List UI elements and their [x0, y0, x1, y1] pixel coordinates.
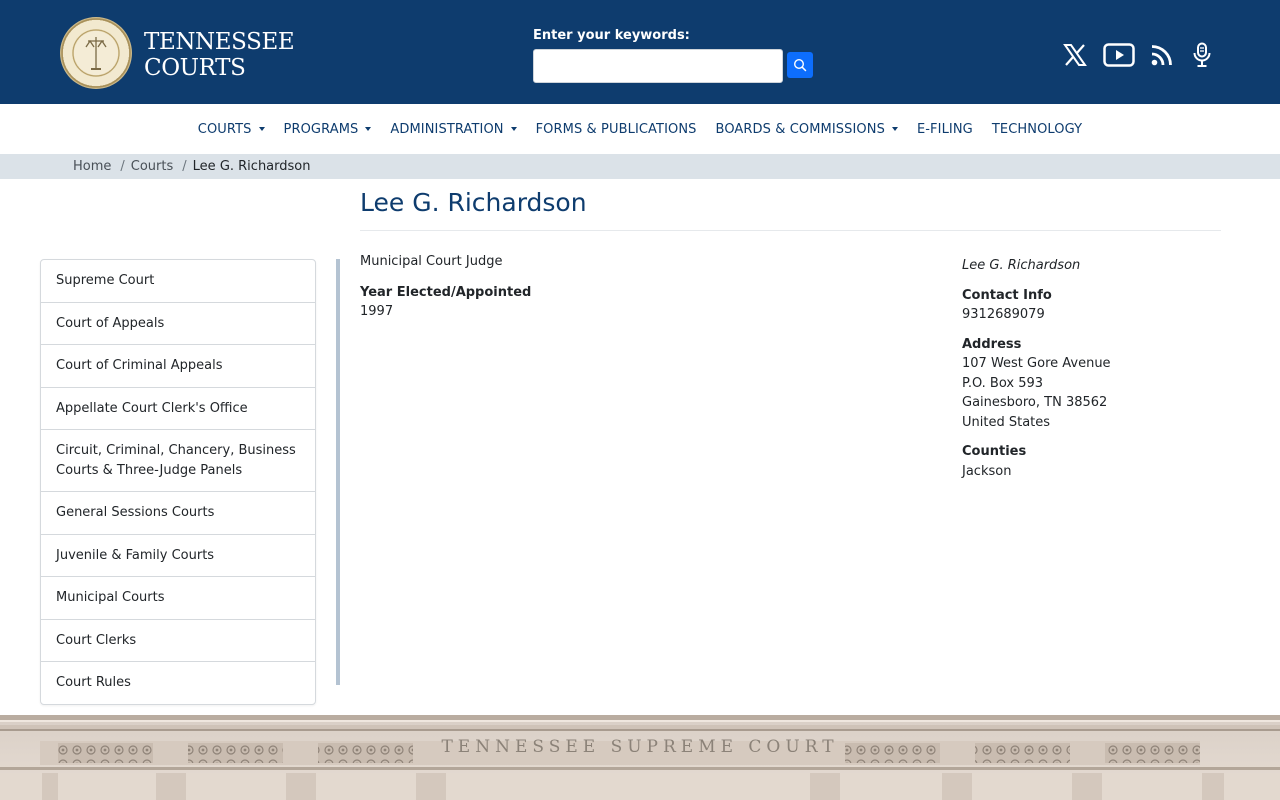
- nav-technology[interactable]: TECHNOLOGY: [982, 122, 1091, 137]
- caret-down-icon: [510, 127, 517, 131]
- address-line: United States: [962, 414, 1051, 430]
- brand-line-1: TENNESSEE: [144, 29, 295, 55]
- contact-group: Contact Info 9312689079: [962, 286, 1222, 325]
- sidebar-item-court-of-criminal-appeals[interactable]: Court of Criminal Appeals: [41, 345, 315, 388]
- sidebar-divider: [336, 259, 340, 685]
- nav-programs[interactable]: PROGRAMS: [274, 122, 381, 137]
- nav-administration[interactable]: ADMINISTRATION: [381, 122, 526, 137]
- sidebar-item-juvenile-family[interactable]: Juvenile & Family Courts: [41, 535, 315, 577]
- supreme-court-building-image: [0, 715, 1280, 800]
- nav-forms-publications[interactable]: FORMS & PUBLICATIONS: [526, 122, 706, 137]
- courts-sidebar: Supreme Court Court of Appeals Court of …: [40, 259, 316, 705]
- seal-emblem-icon: [61, 18, 131, 88]
- nav-label: E-FILING: [916, 121, 973, 137]
- address-label: Address: [962, 336, 1022, 352]
- caret-down-icon: [365, 127, 372, 131]
- rss-icon: [1151, 45, 1172, 66]
- breadcrumb-separator: /: [182, 159, 187, 174]
- breadcrumb-courts[interactable]: Courts: [131, 159, 174, 174]
- seal-logo[interactable]: [60, 17, 132, 89]
- address-line: Gainesboro, TN 38562: [962, 395, 1108, 410]
- main-navigation: COURTS PROGRAMS ADMINISTRATION FORMS & P…: [0, 104, 1280, 154]
- nav-label: TECHNOLOGY: [991, 121, 1083, 137]
- counties-group: Counties Jackson: [962, 442, 1222, 481]
- contact-label: Contact Info: [962, 287, 1052, 303]
- caret-down-icon: [891, 127, 898, 131]
- address-line: P.O. Box 593: [962, 375, 1044, 391]
- sidebar-item-court-clerks[interactable]: Court Clerks: [41, 620, 315, 662]
- breadcrumb-current: Lee G. Richardson: [192, 159, 311, 174]
- sidebar-item-supreme-court[interactable]: Supreme Court: [41, 260, 315, 303]
- nav-label: BOARDS & COMMISSIONS: [715, 121, 885, 137]
- counties-label: Counties: [962, 444, 1027, 459]
- sidebar-item-municipal-courts[interactable]: Municipal Courts: [41, 577, 315, 620]
- sidebar-item-general-sessions[interactable]: General Sessions Courts: [41, 492, 315, 535]
- page-title: Lee G. Richardson: [360, 188, 587, 217]
- nav-e-filing[interactable]: E-FILING: [907, 122, 982, 137]
- nav-label: COURTS: [197, 121, 252, 137]
- address-group: Address 107 West Gore Avenue P.O. Box 59…: [962, 335, 1222, 433]
- sidebar-item-court-of-appeals[interactable]: Court of Appeals: [41, 303, 315, 345]
- site-header: TENNESSEE COURTS Enter your keywords:: [0, 0, 1280, 104]
- phone-number[interactable]: 9312689079: [962, 305, 1222, 325]
- year-label: Year Elected/Appointed: [360, 284, 532, 300]
- breadcrumb-separator: /: [120, 159, 125, 174]
- counties-value: Jackson: [962, 463, 1012, 479]
- search-label: Enter your keywords:: [533, 28, 690, 43]
- brand-wordmark[interactable]: TENNESSEE COURTS: [144, 29, 295, 81]
- rss-link[interactable]: [1150, 40, 1174, 70]
- nav-label: FORMS & PUBLICATIONS: [535, 121, 697, 137]
- judge-contact-card: Lee G. Richardson Contact Info 931268907…: [962, 256, 1222, 491]
- address-line: 107 West Gore Avenue: [962, 356, 1111, 371]
- search-button[interactable]: [787, 52, 813, 78]
- youtube-link[interactable]: [1102, 40, 1136, 70]
- nav-courts[interactable]: COURTS: [188, 122, 274, 137]
- podcast-link[interactable]: [1190, 40, 1214, 70]
- judge-summary: Municipal Court Judge Year Elected/Appoi…: [360, 252, 531, 322]
- search-icon: [793, 58, 807, 72]
- title-divider: [360, 230, 1221, 231]
- podcast-microphone-icon: [1193, 42, 1211, 67]
- judge-name: Lee G. Richardson: [962, 258, 1081, 273]
- brand-line-2: COURTS: [144, 55, 246, 81]
- year-value: 1997: [360, 304, 394, 319]
- judge-role: Municipal Court Judge: [360, 254, 503, 269]
- sidebar-item-trial-courts[interactable]: Circuit, Criminal, Chancery, Business Co…: [41, 430, 315, 492]
- x-twitter-link[interactable]: [1062, 40, 1088, 70]
- sidebar-item-court-rules[interactable]: Court Rules: [41, 662, 315, 704]
- nav-boards-commissions[interactable]: BOARDS & COMMISSIONS: [706, 122, 907, 137]
- breadcrumb: Home / Courts / Lee G. Richardson: [0, 154, 1280, 179]
- x-twitter-icon: [1063, 44, 1087, 66]
- building-inscription: TENNESSEE SUPREME COURT: [441, 737, 839, 757]
- caret-down-icon: [258, 127, 265, 131]
- youtube-icon: [1103, 43, 1135, 67]
- building-facade: [0, 715, 1280, 800]
- search-input[interactable]: [533, 49, 783, 83]
- nav-label: PROGRAMS: [283, 121, 359, 137]
- nav-label: ADMINISTRATION: [390, 121, 504, 137]
- sidebar-item-appellate-clerk[interactable]: Appellate Court Clerk's Office: [41, 388, 315, 430]
- breadcrumb-home[interactable]: Home: [73, 159, 111, 174]
